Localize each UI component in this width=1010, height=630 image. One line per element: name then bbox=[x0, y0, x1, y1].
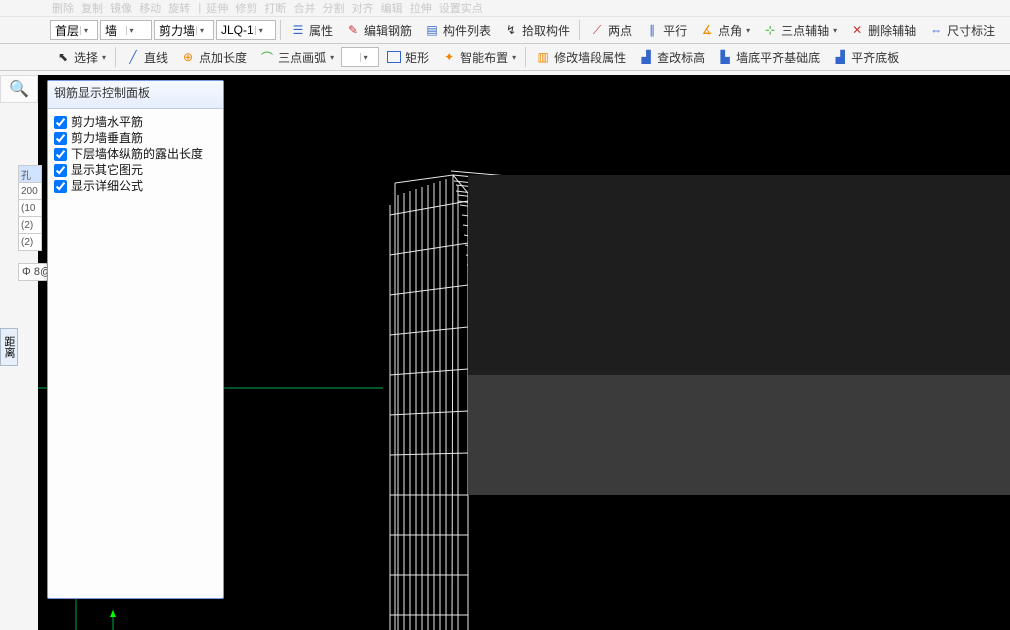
grid-cell[interactable]: (2) bbox=[19, 217, 42, 234]
btn-wall-base[interactable]: ▙墙底平齐基础底 bbox=[712, 47, 825, 68]
checkbox-item[interactable]: 下层墙体纵筋的露出长度 bbox=[54, 146, 217, 162]
grid-cell[interactable]: 孔 bbox=[19, 166, 42, 183]
checkbox[interactable] bbox=[54, 164, 67, 177]
combo-category[interactable]: 墙▾ bbox=[100, 20, 152, 40]
toolbar-context: 首层▾ 墙▾ 剪力墙▾ JLQ-1▾ ☰属性 ✎编辑钢筋 ▤构件列表 ↯拾取构件… bbox=[0, 17, 1010, 44]
grid-cell[interactable]: 200 bbox=[19, 183, 42, 200]
combo-floor[interactable]: 首层▾ bbox=[50, 20, 98, 40]
btn-smart-layout[interactable]: ✦智能布置▾ bbox=[436, 47, 521, 68]
btn-line[interactable]: ╱直线 bbox=[120, 47, 173, 68]
btn-three-point-axis[interactable]: ⊹三点辅轴▾ bbox=[757, 20, 842, 41]
panel-title: 钢筋显示控制面板 bbox=[48, 81, 223, 109]
rebar-display-panel: 钢筋显示控制面板 剪力墙水平筋 剪力墙垂直筋 下层墙体纵筋的露出长度 显示其它图… bbox=[47, 80, 224, 599]
btn-two-point[interactable]: ⟋两点 bbox=[584, 20, 637, 41]
app-root: { "row0":{"items":["删除","复制","镜像","移动","… bbox=[0, 0, 1010, 630]
btn-delete-axis[interactable]: ✕删除辅轴 bbox=[844, 20, 921, 41]
btn-select[interactable]: ⬉选择▾ bbox=[50, 47, 111, 68]
checkbox-item[interactable]: 显示详细公式 bbox=[54, 178, 217, 194]
btn-modify-segment[interactable]: ▥修改墙段属性 bbox=[530, 47, 631, 68]
grid-cell[interactable]: (2) bbox=[19, 234, 42, 251]
toolbar-disabled: 删除 复制 镜像 移动 旋转 | 延伸 修剪 打断 合并 分割 对齐 编辑 拉伸… bbox=[0, 0, 1010, 17]
toolbar-draw: ⬉选择▾ ╱直线 ⊕点加长度 ⌒三点画弧▾ ▾ 矩形 ✦智能布置▾ ▥修改墙段属… bbox=[0, 44, 1010, 71]
side-tab-distance[interactable]: 距离 bbox=[0, 328, 18, 366]
btn-edit-rebar[interactable]: ✎编辑钢筋 bbox=[340, 20, 417, 41]
sidebar-mini-grid: 孔 200 (10 (2) (2) bbox=[18, 165, 42, 251]
search-icon[interactable]: 🔍 bbox=[0, 75, 38, 103]
btn-parallel[interactable]: ∥平行 bbox=[639, 20, 692, 41]
btn-dimension[interactable]: ⇔尺寸标注 bbox=[923, 20, 1000, 41]
btn-component-list[interactable]: ▤构件列表 bbox=[419, 20, 496, 41]
btn-flat-base[interactable]: ▟平齐底板 bbox=[827, 47, 904, 68]
combo-type[interactable]: 剪力墙▾ bbox=[154, 20, 214, 40]
checkbox-item[interactable]: 剪力墙垂直筋 bbox=[54, 130, 217, 146]
btn-check-elev[interactable]: ▟查改标高 bbox=[633, 47, 710, 68]
btn-properties[interactable]: ☰属性 bbox=[285, 20, 338, 41]
btn-pick-component[interactable]: ↯拾取构件 bbox=[498, 20, 575, 41]
checkbox-item[interactable]: 剪力墙水平筋 bbox=[54, 114, 217, 130]
btn-point-length[interactable]: ⊕点加长度 bbox=[175, 47, 252, 68]
checkbox[interactable] bbox=[54, 180, 67, 193]
btn-arc[interactable]: ⌒三点画弧▾ bbox=[254, 47, 339, 68]
btn-point-angle[interactable]: ∡点角▾ bbox=[694, 20, 755, 41]
checkbox[interactable] bbox=[54, 132, 67, 145]
grid-cell[interactable]: (10 bbox=[19, 200, 42, 217]
btn-rect[interactable]: 矩形 bbox=[381, 47, 434, 68]
combo-instance[interactable]: JLQ-1▾ bbox=[216, 20, 276, 40]
checkbox-item[interactable]: 显示其它图元 bbox=[54, 162, 217, 178]
checkbox[interactable] bbox=[54, 116, 67, 129]
combo-tool-extra[interactable]: ▾ bbox=[341, 47, 379, 67]
checkbox[interactable] bbox=[54, 148, 67, 161]
